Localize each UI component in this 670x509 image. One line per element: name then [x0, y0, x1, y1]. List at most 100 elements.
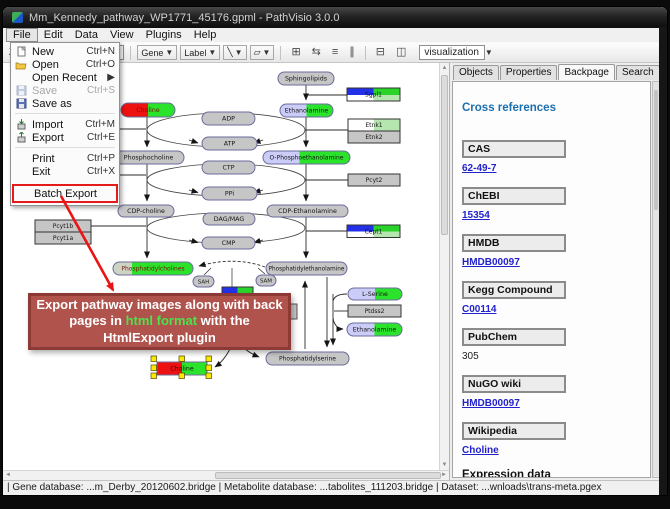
stack-vertical-icon[interactable]: ◫ [392, 45, 410, 60]
visualization-combo[interactable]: visualization ▼ [419, 45, 485, 60]
stack-horizontal-icon[interactable]: ⊟ [372, 45, 389, 60]
label-tool-button[interactable]: Label ▼ [180, 45, 220, 60]
gene-box-etnk2[interactable]: Etnk2 [348, 131, 400, 143]
scroll-down-icon[interactable]: ▼ [440, 460, 449, 470]
xref-section-wikipedia: Wikipedia Choline [462, 422, 641, 456]
menu-item-save[interactable]: Save Ctrl+S [12, 84, 118, 97]
horizontal-scroll-thumb[interactable] [215, 472, 441, 479]
xref-source-name: NuGO wiki [462, 375, 566, 393]
svg-text:PPi: PPi [225, 191, 234, 198]
xref-link[interactable]: C00114 [462, 304, 641, 315]
pathway-node-cmp[interactable]: CMP [202, 237, 255, 249]
title-bar[interactable]: Mm_Kennedy_pathway_WP1771_45176.gpml - P… [3, 7, 667, 28]
line-icon: ╲ [227, 47, 232, 58]
menu-file[interactable]: File [6, 28, 38, 42]
gene-box-ptdss2[interactable]: Ptdss2 [348, 305, 401, 317]
scroll-up-icon[interactable]: ▲ [440, 63, 449, 73]
menu-separator [15, 113, 115, 114]
gene-box-cept1[interactable]: Cept1 [347, 225, 400, 238]
annotation-line3: HtmlExport plugin [31, 330, 288, 346]
menu-item-export[interactable]: Export Ctrl+E [12, 131, 118, 144]
menu-separator [15, 147, 115, 148]
pathway-node-sam[interactable]: SAM [256, 275, 276, 286]
scroll-left-icon[interactable]: ◄ [5, 472, 11, 478]
svg-text:DAG/MAG: DAG/MAG [214, 216, 245, 223]
gene-box-pcyt1b[interactable]: Pcyt1b [35, 220, 91, 232]
pathway-node-sphingolipids[interactable]: Sphingolipids [278, 72, 334, 85]
chevron-down-icon: ▼ [208, 48, 216, 57]
side-panel-tabs: Objects Properties Backpage Search Legen… [450, 63, 661, 80]
xref-link[interactable]: 62-49-7 [462, 163, 641, 174]
pathway-node-l-serine[interactable]: L-Serine [348, 288, 402, 300]
distribute-vertical-icon[interactable]: ∥ [345, 45, 359, 60]
vertical-scroll-thumb[interactable] [441, 75, 448, 235]
menu-edit[interactable]: Edit [38, 28, 69, 42]
xref-section-cas: CAS 62-49-7 [462, 140, 641, 174]
xref-section-chebi: ChEBI 15354 [462, 187, 641, 221]
menu-view[interactable]: View [104, 28, 140, 42]
align-middle-icon[interactable]: ⇆ [308, 45, 325, 60]
gene-box-sgpl1[interactable]: Sgpl1 [347, 88, 400, 101]
pathway-node-dag-mag[interactable]: DAG/MAG [203, 213, 255, 225]
pathway-node-o-phosphoethanolamine[interactable]: O-Phosphoethanolamine [263, 151, 350, 164]
menu-item-open-recent[interactable]: Open Recent ▶ [12, 71, 118, 84]
menu-data[interactable]: Data [69, 28, 104, 42]
distribute-horizontal-icon[interactable]: ≡ [328, 45, 342, 60]
menu-item-new[interactable]: New Ctrl+N [12, 45, 118, 58]
pathway-node-choline-top[interactable]: Choline [121, 103, 175, 117]
pathway-node-phosphatidylethanolamine[interactable]: Phosphatidylethanolamine [266, 262, 347, 275]
svg-text:Choline: Choline [170, 366, 194, 373]
canvas-horizontal-scrollbar[interactable]: ◄ ► [3, 470, 449, 480]
pathway-node-adp[interactable]: ADP [202, 112, 255, 125]
menu-item-save-as[interactable]: Save as [12, 97, 118, 110]
pathway-node-ethanolamine-bottom[interactable]: Ethanolamine [347, 323, 402, 336]
align-center-icon[interactable]: ⊞ [287, 45, 304, 60]
pathway-node-choline-selected[interactable]: Choline [151, 356, 212, 379]
menu-item-open[interactable]: Open Ctrl+O [12, 58, 118, 71]
gene-box-etnk1[interactable]: Etnk1 [348, 119, 400, 131]
pathway-node-ppi[interactable]: PPi [202, 187, 257, 200]
pathway-node-sah[interactable]: SAH [193, 276, 214, 287]
pathway-node-atp[interactable]: ATP [202, 137, 257, 150]
pathway-node-phosphocholine[interactable]: Phosphocholine [113, 151, 184, 164]
canvas-vertical-scrollbar[interactable]: ▲ ▼ [439, 63, 449, 470]
svg-text:Pcyt1b: Pcyt1b [53, 223, 74, 230]
menu-plugins[interactable]: Plugins [140, 28, 188, 42]
pathway-node-phosphatidylserine[interactable]: Phosphatidylserine [266, 352, 349, 365]
menu-item-import[interactable]: Import Ctrl+M [12, 118, 118, 131]
gene-box-pcyt1a[interactable]: Pcyt1a [35, 232, 91, 244]
batch-export-highlight-box: Batch Export [12, 184, 118, 203]
pathway-node-cdp-choline[interactable]: CDP-choline [118, 205, 174, 217]
annotation-line1: Export pathway images along with back [31, 297, 288, 313]
gene-tool-button[interactable]: Gene ▼ [137, 45, 177, 60]
shape-tool-button[interactable]: ▱ ▼ [250, 45, 275, 60]
status-bar: | Gene database: ...m_Derby_20120602.bri… [3, 480, 659, 495]
scroll-right-icon[interactable]: ► [441, 472, 447, 478]
gene-box-pcyt2[interactable]: Pcyt2 [348, 174, 400, 186]
tab-backpage[interactable]: Backpage [558, 64, 614, 80]
svg-text:Choline: Choline [136, 107, 160, 114]
pathway-node-ethanolamine-top[interactable]: Ethanolamine [280, 104, 333, 117]
chevron-down-icon: ▼ [235, 48, 243, 57]
xref-source-name: CAS [462, 140, 566, 158]
side-panel: Objects Properties Backpage Search Legen… [449, 63, 661, 480]
svg-text:Phosphatidylcholines: Phosphatidylcholines [121, 266, 184, 273]
tab-search[interactable]: Search [616, 65, 660, 80]
menu-item-batch-export[interactable]: Batch Export [14, 186, 116, 201]
xref-link[interactable]: HMDB00097 [462, 257, 641, 268]
svg-text:Etnk2: Etnk2 [365, 134, 382, 141]
xref-link[interactable]: 15354 [462, 210, 641, 221]
xref-link[interactable]: HMDB00097 [462, 398, 641, 409]
pathway-node-cdp-ethanolamine[interactable]: CDP-Ethanolamine [267, 205, 348, 217]
pathway-node-ctp[interactable]: CTP [202, 161, 255, 174]
menu-item-exit[interactable]: Exit Ctrl+X [12, 165, 118, 178]
menu-item-print[interactable]: Print Ctrl+P [12, 152, 118, 165]
panel-scroll-thumb[interactable] [654, 90, 658, 210]
pathway-node-phosphatidylcholines[interactable]: Phosphatidylcholines [113, 262, 193, 275]
menu-help[interactable]: Help [188, 28, 223, 42]
tab-objects[interactable]: Objects [453, 65, 499, 80]
tab-properties[interactable]: Properties [500, 65, 558, 80]
pathvisio-window: Mm_Kennedy_pathway_WP1771_45176.gpml - P… [3, 7, 667, 495]
xref-link[interactable]: Choline [462, 445, 641, 456]
line-tool-button[interactable]: ╲ ▼ [223, 45, 246, 60]
